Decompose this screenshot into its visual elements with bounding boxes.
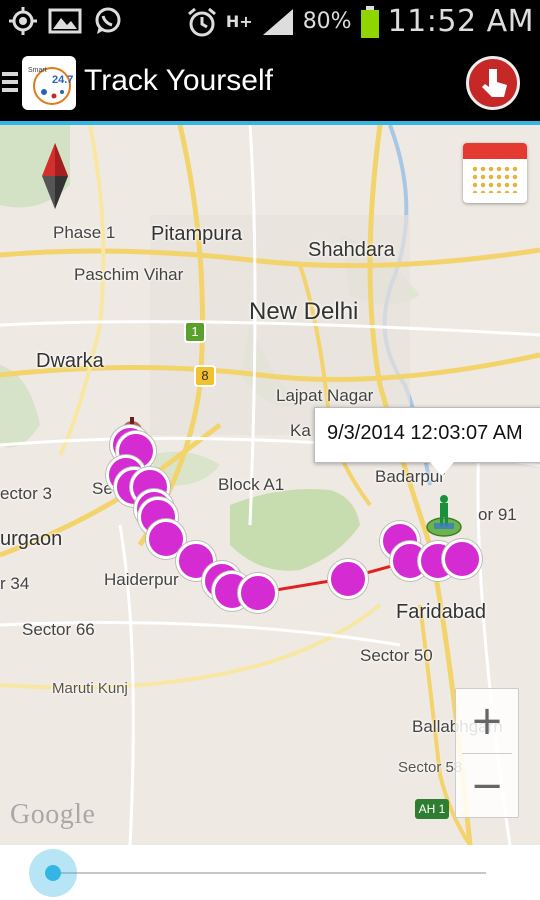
marker-info-window[interactable]: 9/3/2014 12:03:07 AM [314, 407, 540, 463]
tap-button[interactable] [466, 56, 520, 110]
alarm-icon [187, 7, 216, 36]
whatsapp-icon [95, 7, 121, 34]
current-location-icon[interactable] [424, 493, 464, 539]
zoom-out-button[interactable]: − [456, 754, 518, 818]
slider-thumb[interactable] [29, 849, 77, 897]
svg-text:Smart: Smart [28, 67, 47, 74]
label-faridabad: Faridabad [396, 601, 487, 623]
ah1-label: AH 1 [418, 802, 446, 816]
signal-icon [262, 8, 293, 35]
label-new-delhi: New Delhi [249, 298, 359, 325]
hand-pointer-icon [482, 69, 507, 97]
highway-8-label: 8 [201, 368, 209, 383]
app-title: Track Yourself [84, 64, 273, 97]
map-view[interactable]: 1 8 AH 1 Phase 1 Pitampura Shahdara Pasc… [0, 125, 540, 845]
label-block-a1: Block A1 [218, 475, 285, 494]
label-paschim-vihar: Paschim Vihar [74, 265, 184, 284]
info-window-tail [430, 462, 454, 476]
label-maruti-kunj: Maruti Kunj [52, 680, 128, 697]
google-attribution: Google [10, 799, 96, 830]
menu-icon[interactable] [2, 72, 18, 94]
clock: 11:52 AM [387, 4, 534, 39]
label-lajpat-nagar: Lajpat Nagar [276, 386, 374, 405]
route-point[interactable] [442, 539, 482, 579]
ah1-badge: AH 1 [415, 799, 449, 819]
label-sector-3: ector 3 [0, 484, 52, 503]
label-phase1: Phase 1 [53, 223, 116, 242]
svg-text:24.7: 24.7 [52, 74, 73, 86]
battery-percent: 80% [302, 9, 352, 34]
label-ka: Ka [290, 421, 311, 440]
calendar-icon [463, 143, 527, 159]
highway-1-label: 1 [191, 324, 199, 339]
highway-8-badge: 8 [194, 365, 216, 387]
label-sector-34: r 34 [0, 574, 30, 593]
action-bar: Smart 24.7 Track Yourself [0, 44, 540, 122]
slider-track[interactable] [54, 872, 486, 874]
label-gurgaon: urgaon [0, 528, 63, 550]
compass-icon[interactable] [38, 143, 72, 209]
label-pitampura: Pitampura [151, 223, 243, 245]
label-sector-50: Sector 50 [360, 646, 433, 665]
status-bar: H+ 80% 11:52 AM [0, 0, 540, 44]
battery-icon [360, 5, 379, 38]
route-point[interactable] [328, 559, 368, 599]
network-type: H+ [225, 12, 253, 31]
label-sector-58: Sector 58 [398, 759, 463, 776]
image-icon [48, 8, 82, 34]
label-dwarka: Dwarka [36, 350, 104, 372]
zoom-controls: + − [455, 688, 519, 818]
label-shahdara: Shahdara [308, 239, 395, 261]
highway-1-badge: 1 [184, 321, 206, 343]
gps-icon [9, 7, 37, 35]
zoom-in-button[interactable]: + [456, 689, 518, 753]
route-point[interactable] [238, 573, 278, 613]
timeline-slider-bar [0, 845, 540, 900]
label-sector-66: Sector 66 [22, 620, 95, 639]
calendar-button[interactable] [463, 143, 527, 203]
label-sector-91: or 91 [478, 505, 517, 524]
app-logo[interactable]: Smart 24.7 [22, 56, 76, 110]
app-logo-icon: Smart 24.7 [28, 67, 73, 105]
label-haiderpur: Haiderpur [104, 570, 179, 589]
